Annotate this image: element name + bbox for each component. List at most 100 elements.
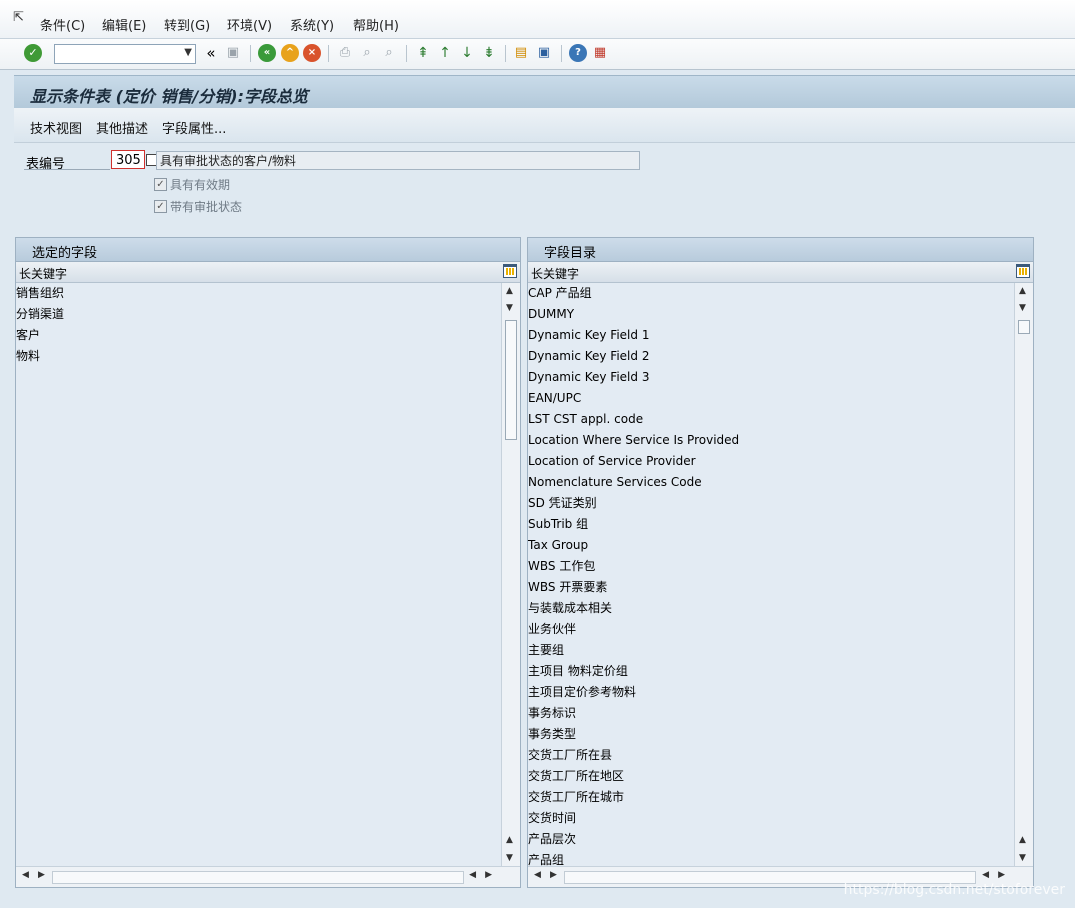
scroll-down-icon[interactable]: ▼ [1019, 303, 1026, 313]
approval-status-checkbox[interactable]: ✓ [154, 200, 167, 213]
scroll-up-icon[interactable]: ▲ [1019, 286, 1026, 296]
scroll-right-icon[interactable]: ▶ [38, 870, 45, 880]
list-item[interactable]: Dynamic Key Field 1 [528, 325, 1015, 346]
list-item[interactable]: 业务伙伴 [528, 619, 1015, 640]
collapse-icon[interactable]: « [202, 44, 220, 62]
list-item[interactable]: 交货工厂所在地区 [528, 766, 1015, 787]
menu-environment[interactable]: 环境(V) [227, 15, 272, 34]
list-item[interactable]: 与装载成本相关 [528, 598, 1015, 619]
menu-bar: ⇱ 条件(C) 编辑(E) 转到(G) 环境(V) 系统(Y) 帮助(H) [0, 0, 1075, 39]
list-item[interactable]: Nomenclature Services Code [528, 472, 1015, 493]
list-item[interactable]: 主要组 [528, 640, 1015, 661]
list-item[interactable]: CAP 产品组 [528, 283, 1015, 304]
separator [505, 45, 506, 62]
approval-status-checkbox-row: ✓ 带有审批状态 [154, 199, 242, 214]
vertical-scrollbar[interactable]: ▲ ▼ ▲ ▼ [501, 283, 520, 867]
selected-fields-list: 销售组织 分销渠道 客户 物料 [16, 283, 502, 367]
find-next-icon[interactable]: ⌕ [380, 44, 398, 62]
list-item[interactable]: 事务类型 [528, 724, 1015, 745]
save-icon[interactable]: ▣ [224, 44, 242, 62]
separator [561, 45, 562, 62]
list-item[interactable]: Location Where Service Is Provided [528, 430, 1015, 451]
column-layout-icon[interactable] [1016, 264, 1030, 278]
scroll-down-icon[interactable]: ▼ [506, 853, 513, 863]
technical-view-button[interactable]: 技术视图 [30, 118, 82, 137]
list-item[interactable]: WBS 工作包 [528, 556, 1015, 577]
menu-goto[interactable]: 转到(G) [164, 15, 210, 34]
scroll-left-icon[interactable]: ◀ [534, 870, 541, 880]
list-item[interactable]: 交货工厂所在城市 [528, 787, 1015, 808]
list-item[interactable]: 销售组织 [16, 283, 502, 304]
scroll-right-icon[interactable]: ▶ [485, 870, 492, 880]
vertical-scrollbar[interactable]: ▲ ▼ ▲ ▼ [1014, 283, 1033, 867]
other-description-button[interactable]: 其他描述 [96, 118, 148, 137]
scroll-left-icon[interactable]: ◀ [22, 870, 29, 880]
menu-edit[interactable]: 编辑(E) [102, 15, 146, 34]
scroll-thumb[interactable] [505, 320, 517, 440]
next-page-icon[interactable]: ↓ [458, 44, 476, 62]
list-item[interactable]: WBS 开票要素 [528, 577, 1015, 598]
list-item[interactable]: 分销渠道 [16, 304, 502, 325]
menu-exit-icon[interactable]: ⇱ [13, 11, 27, 25]
table-number-field[interactable]: 305 [111, 150, 145, 169]
command-field[interactable]: ▼ [54, 44, 196, 64]
field-attributes-button[interactable]: 字段属性... [162, 118, 226, 137]
horizontal-scroll-track[interactable] [52, 871, 464, 884]
menu-help[interactable]: 帮助(H) [353, 15, 399, 34]
help-icon[interactable]: ? [569, 44, 587, 62]
exit-icon[interactable]: ^ [281, 44, 299, 62]
list-item[interactable]: 主项目定价参考物料 [528, 682, 1015, 703]
new-session-icon[interactable]: ▤ [512, 44, 530, 62]
list-item[interactable]: 客户 [16, 325, 502, 346]
page-title: 显示条件表 (定价 销售/分销):字段总览 [30, 87, 309, 106]
scroll-up-icon[interactable]: ▲ [1019, 835, 1026, 845]
list-item[interactable]: 交货工厂所在县 [528, 745, 1015, 766]
find-icon[interactable]: ⌕ [358, 44, 376, 62]
first-page-icon[interactable]: ⇞ [414, 44, 432, 62]
cancel-icon[interactable]: × [303, 44, 321, 62]
title-bar: 显示条件表 (定价 销售/分销):字段总览 [14, 75, 1075, 108]
list-item[interactable]: EAN/UPC [528, 388, 1015, 409]
list-item[interactable]: Tax Group [528, 535, 1015, 556]
list-item[interactable]: SubTrib 组 [528, 514, 1015, 535]
list-item[interactable]: LST CST appl. code [528, 409, 1015, 430]
list-item[interactable]: 物料 [16, 346, 502, 367]
validity-period-checkbox[interactable]: ✓ [154, 178, 167, 191]
label-underline [24, 169, 110, 170]
scroll-right-icon[interactable]: ▶ [550, 870, 557, 880]
scroll-left-icon[interactable]: ◀ [982, 870, 989, 880]
menu-conditions[interactable]: 条件(C) [40, 15, 85, 34]
previous-page-icon[interactable]: ↑ [436, 44, 454, 62]
scroll-left-icon[interactable]: ◀ [469, 870, 476, 880]
list-item[interactable]: 交货时间 [528, 808, 1015, 829]
list-item[interactable]: 产品层次 [528, 829, 1015, 850]
chevron-down-icon[interactable]: ▼ [184, 47, 192, 58]
list-item[interactable]: 事务标识 [528, 703, 1015, 724]
table-description-field: 具有审批状态的客户/物料 [156, 151, 640, 170]
list-item[interactable]: Location of Service Provider [528, 451, 1015, 472]
selected-fields-column-header[interactable]: 长关键字 [16, 262, 520, 283]
list-item[interactable]: 主项目 物料定价组 [528, 661, 1015, 682]
scroll-down-icon[interactable]: ▼ [1019, 853, 1026, 863]
list-item[interactable]: DUMMY [528, 304, 1015, 325]
list-item[interactable]: Dynamic Key Field 3 [528, 367, 1015, 388]
list-item[interactable]: Dynamic Key Field 2 [528, 346, 1015, 367]
scroll-thumb[interactable] [1018, 320, 1030, 334]
last-page-icon[interactable]: ⇟ [480, 44, 498, 62]
menu-system[interactable]: 系统(Y) [290, 15, 334, 34]
print-icon[interactable]: ⎙ [336, 44, 354, 62]
scroll-up-icon[interactable]: ▲ [506, 286, 513, 296]
list-item[interactable]: SD 凭证类别 [528, 493, 1015, 514]
watermark: https://blog.csdn.net/stoforever [843, 882, 1065, 898]
field-catalog-list: CAP 产品组 DUMMY Dynamic Key Field 1 Dynami… [528, 283, 1015, 871]
scroll-right-icon[interactable]: ▶ [998, 870, 1005, 880]
shortcut-icon[interactable]: ▣ [535, 44, 553, 62]
horizontal-scrollbar[interactable]: ◀ ▶ ◀ ▶ [16, 866, 520, 887]
back-icon[interactable]: « [258, 44, 276, 62]
scroll-down-icon[interactable]: ▼ [506, 303, 513, 313]
enter-icon[interactable]: ✓ [24, 44, 42, 62]
scroll-up-icon[interactable]: ▲ [506, 835, 513, 845]
customize-layout-icon[interactable]: ▦ [591, 44, 609, 62]
column-layout-icon[interactable] [503, 264, 517, 278]
field-catalog-column-header[interactable]: 长关键字 [528, 262, 1033, 283]
